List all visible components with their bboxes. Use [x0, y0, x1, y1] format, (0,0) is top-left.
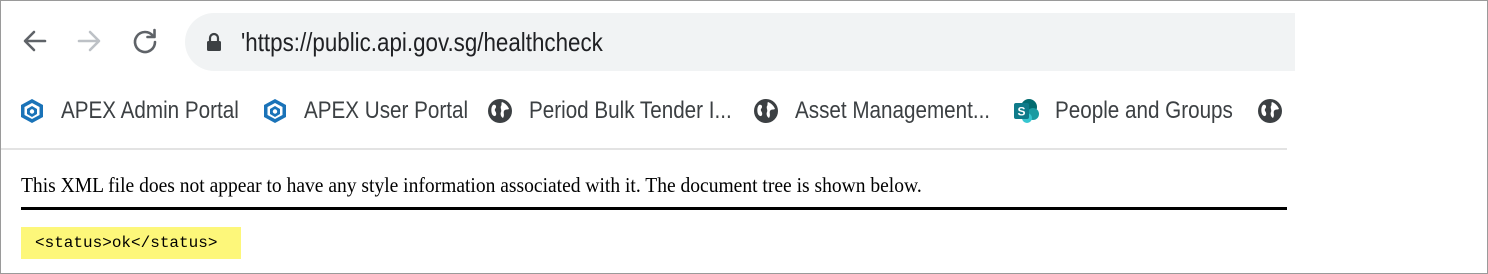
toolbar-divider [1, 148, 1287, 150]
url-text[interactable]: 'https://public.api.gov.sg/healthcheck [241, 25, 603, 59]
xml-info-message: This XML file does not appear to have an… [21, 173, 922, 197]
address-bar[interactable]: 'https://public.api.gov.sg/healthcheck [185, 13, 1295, 71]
forward-arrow-icon [77, 30, 101, 52]
bookmark-label: APEX Admin Portal [61, 97, 239, 124]
bookmark-overflow[interactable] [1257, 93, 1283, 129]
bookmark-label: Asset Management... [795, 97, 991, 124]
svg-text:S: S [1017, 105, 1025, 119]
bookmarks-bar: APEX Admin Portal APEX User Portal Perio… [1, 83, 1287, 139]
back-button[interactable] [19, 23, 51, 59]
sharepoint-icon: S [1014, 99, 1039, 123]
bookmark-asset-management[interactable]: Asset Management... [753, 93, 1022, 129]
bookmark-label: People and Groups [1055, 97, 1233, 124]
apex-icon [264, 99, 286, 123]
globe-icon [488, 99, 512, 123]
reload-button[interactable] [129, 23, 161, 59]
bookmark-label: Period Bulk Tender I... [529, 97, 732, 124]
xml-close-tag: </status> [131, 234, 218, 252]
forward-button[interactable] [73, 23, 105, 59]
globe-icon [1258, 99, 1282, 123]
xml-tree: <status>ok</status> [21, 227, 241, 259]
back-arrow-icon [23, 30, 47, 52]
bookmark-people-and-groups[interactable]: S People and Groups [1013, 93, 1262, 129]
bookmark-label: APEX User Portal [304, 97, 469, 124]
bookmark-period-bulk-tender[interactable]: Period Bulk Tender I... [487, 93, 765, 129]
reload-icon [133, 28, 157, 54]
bookmark-apex-user-portal[interactable]: APEX User Portal [262, 93, 495, 129]
xml-open-tag: <status> [35, 234, 112, 252]
browser-toolbar: 'https://public.api.gov.sg/healthcheck A… [1, 1, 1295, 149]
xml-status-element: <status>ok</status> [35, 231, 217, 255]
apex-icon [21, 99, 43, 123]
browser-window: 'https://public.api.gov.sg/healthcheck A… [0, 0, 1488, 274]
bookmark-apex-admin-portal[interactable]: APEX Admin Portal [19, 93, 268, 129]
xml-info-divider [21, 207, 1287, 210]
globe-icon [754, 99, 778, 123]
lock-icon[interactable] [205, 32, 223, 52]
xml-text-value: ok [111, 234, 132, 252]
